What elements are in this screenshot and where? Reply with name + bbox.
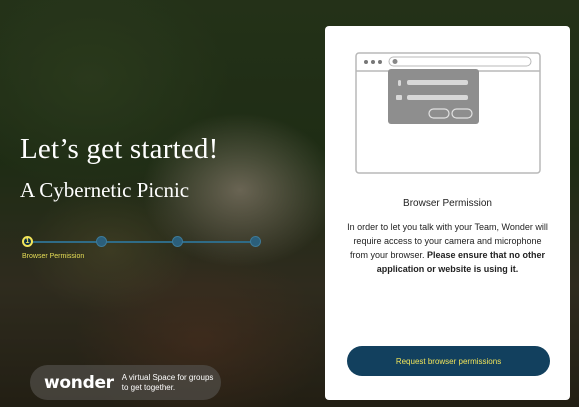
step-indicator <box>96 236 107 247</box>
step-indicator: 1 <box>22 236 33 247</box>
onboarding-stepper: 1 Browser Permission <box>22 236 262 276</box>
page-headline: Let’s get started! <box>20 133 219 165</box>
permission-panel: Browser Permission In order to let you t… <box>325 26 570 400</box>
step-indicator <box>172 236 183 247</box>
wonder-logo: wonder <box>44 372 114 393</box>
brand-tagline: A virtual Space for groups to get togeth… <box>121 372 214 392</box>
step-3 <box>172 236 242 252</box>
space-name: A Cybernetic Picnic <box>20 178 190 202</box>
step-label: Browser Permission <box>22 253 85 260</box>
browser-permission-illustration <box>355 52 541 174</box>
step-2 <box>96 236 166 252</box>
step-browser-permission: 1 Browser Permission <box>22 236 92 261</box>
request-permissions-button[interactable]: Request browser permissions <box>347 346 550 376</box>
panel-title: Browser Permission <box>403 198 492 209</box>
panel-description: In order to let you talk with your Team,… <box>347 220 548 276</box>
brand-badge: wonder A virtual Space for groups to get… <box>30 365 221 400</box>
step-4 <box>250 236 320 252</box>
step-indicator <box>250 236 261 247</box>
